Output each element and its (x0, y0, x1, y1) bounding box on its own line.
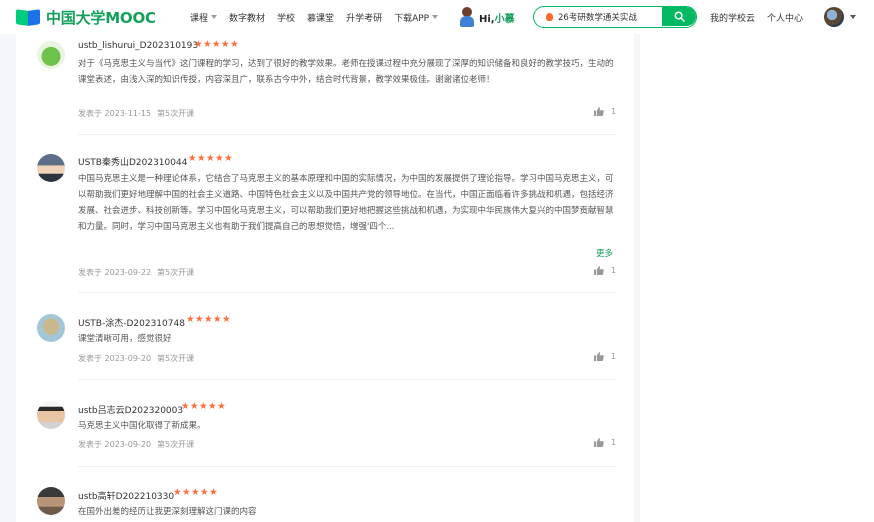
logo-text: 中国大学MOOC (46, 8, 156, 27)
search-box (533, 6, 697, 28)
review-date: 发表于 2023-09-22 (78, 268, 152, 277)
review-text: 马克思主义中国化取得了新成果。 (78, 421, 206, 431)
review-divider (78, 379, 616, 380)
review-session: 第5次开课 (157, 109, 195, 118)
nav-download-app-label: 下载APP (394, 13, 430, 24)
show-more-link[interactable]: 更多 (596, 247, 613, 259)
reviewer-name[interactable]: ustb吕志云D202320003 (78, 403, 183, 416)
search-icon (674, 11, 685, 22)
review-divider (78, 134, 616, 135)
rating-stars: ★★★★★ (188, 153, 234, 164)
assistant-greeting: Hi,小慕 (479, 10, 515, 25)
top-header: 中国大学MOOC 课程 数字教材 学校 慕课堂 升学考研 下载APP Hi,小慕… (0, 0, 874, 34)
reviewer-name[interactable]: ustb_lishurui_D202310193 (78, 41, 198, 51)
review-text: 课堂清晰可用，感觉很好 (78, 334, 172, 344)
thumbs-up-icon (594, 266, 604, 275)
reviewer-avatar[interactable] (37, 41, 65, 69)
reviewer-name[interactable]: USTB秦秀山D202310044 (78, 155, 187, 168)
thumbs-up-icon (594, 107, 604, 116)
nav-mooc-classroom[interactable]: 慕课堂 (307, 11, 334, 24)
thumbs-up-icon (594, 438, 604, 447)
user-avatar[interactable] (824, 7, 844, 27)
review-session: 第5次开课 (157, 268, 195, 277)
review-session: 第5次开课 (157, 354, 195, 363)
site-logo[interactable]: 中国大学MOOC (16, 7, 156, 27)
nav-grad-exam-label: 升学考研 (346, 13, 383, 24)
reviewer-name[interactable]: ustb高轩D202210330 (78, 489, 174, 502)
nav-courses[interactable]: 课程 (190, 11, 218, 24)
search-button[interactable] (662, 7, 696, 26)
nav-download-app[interactable]: 下载APP (394, 11, 439, 24)
chevron-down-icon[interactable] (850, 15, 856, 19)
like-button[interactable]: 1 (594, 107, 616, 116)
review-session: 第5次开课 (157, 440, 195, 449)
rating-stars: ★★★★★ (186, 314, 232, 325)
reviewer-avatar[interactable] (37, 314, 65, 342)
reviews-panel: ustb_lishurui_D202310193 ★★★★★ 对于《马克思主义与… (16, 34, 634, 522)
my-school-cloud-link[interactable]: 我的学校云 (710, 11, 755, 24)
nav-courses-label: 课程 (190, 13, 209, 24)
review-text: 中国马克思主义是一种理论体系，它结合了马克思主义的基本原理和中国的实际情况，为中… (78, 174, 614, 232)
like-button[interactable]: 1 (594, 352, 616, 361)
greeting-name: 小慕 (494, 13, 515, 25)
rating-stars: ★★★★★ (173, 487, 219, 498)
nav-digital-textbooks-label: 数字教材 (229, 13, 266, 24)
nav-schools[interactable]: 学校 (277, 11, 295, 24)
review-meta: 发表于 2023-11-15 第5次开课 (78, 108, 194, 119)
search-input[interactable] (558, 10, 662, 24)
main-nav: 课程 数字教材 学校 慕课堂 升学考研 下载APP (190, 0, 450, 34)
reviewer-avatar[interactable] (37, 154, 65, 182)
rating-stars: ★★★★★ (194, 39, 240, 50)
nav-grad-exam[interactable]: 升学考研 (346, 11, 382, 24)
nav-digital-textbooks[interactable]: 数字教材 (229, 11, 265, 24)
like-count: 1 (611, 352, 617, 361)
review-date: 发表于 2023-09-20 (78, 440, 152, 449)
like-button[interactable]: 1 (594, 266, 616, 275)
like-count: 1 (611, 266, 617, 275)
like-count: 1 (611, 107, 617, 116)
right-sidebar (640, 34, 874, 522)
rating-stars: ★★★★★ (181, 401, 227, 412)
review-text: 在国外出差的经历让我更深刻理解这门课的内容 (78, 507, 257, 517)
review-divider (78, 466, 616, 467)
review-meta: 发表于 2023-09-22 第5次开课 (78, 267, 194, 278)
review-meta: 发表于 2023-09-20 第5次开课 (78, 439, 194, 450)
user-links: 我的学校云 个人中心 (710, 0, 815, 34)
like-count: 1 (611, 438, 617, 447)
chevron-down-icon (211, 15, 218, 19)
logo-book-icon (16, 8, 42, 26)
chevron-down-icon (432, 15, 439, 19)
mascot-icon (459, 7, 475, 27)
reviewer-avatar[interactable] (37, 487, 65, 515)
personal-center-link[interactable]: 个人中心 (767, 11, 803, 24)
reviewer-avatar[interactable] (37, 401, 65, 429)
review-date: 发表于 2023-09-20 (78, 354, 152, 363)
nav-schools-label: 学校 (277, 13, 296, 24)
hi-xiaomu-assistant[interactable]: Hi,小慕 (459, 6, 515, 28)
review-meta: 发表于 2023-09-20 第5次开课 (78, 353, 194, 364)
nav-mooc-classroom-label: 慕课堂 (307, 13, 335, 24)
review-text: 对于《马克思主义与当代》这门课程的学习，达到了很好的教学效果。老师在授课过程中充… (78, 59, 614, 85)
like-button[interactable]: 1 (594, 438, 616, 447)
thumbs-up-icon (594, 352, 604, 361)
review-date: 发表于 2023-11-15 (78, 109, 152, 118)
hot-fire-icon (546, 13, 553, 21)
greeting-hi: Hi, (479, 13, 495, 25)
reviewer-name[interactable]: USTB-涂杰-D202310748 (78, 316, 185, 329)
review-divider (78, 292, 616, 293)
